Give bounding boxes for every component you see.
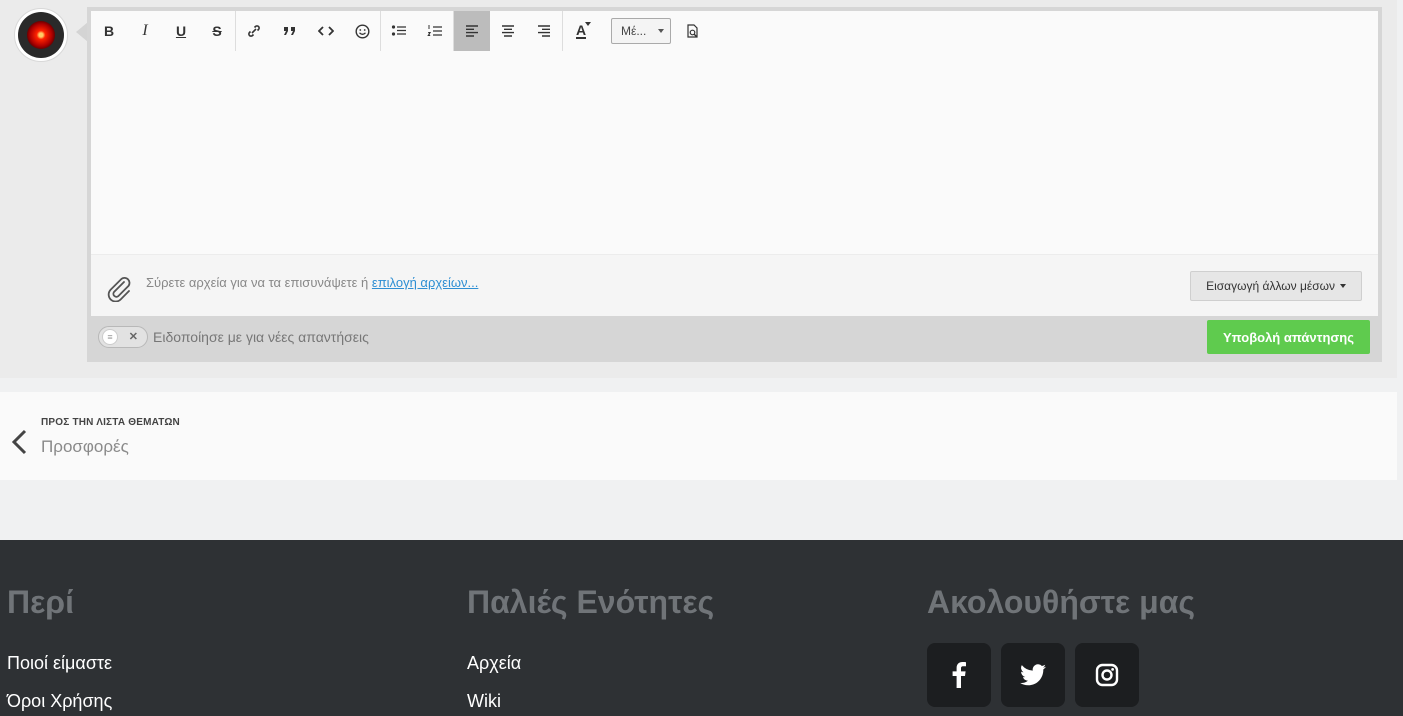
footer-link-archives[interactable]: Αρχεία [467,653,714,674]
rich-text-editor[interactable]: B I U S A Μέ... Σύρετε αρχεία για να τα … [91,11,1378,316]
attach-instructions: Σύρετε αρχεία για να τα επισυνάψετε ή επ… [146,275,479,290]
toggle-knob-icon: ≡ [102,329,118,345]
insert-other-media-button[interactable]: Εισαγωγή άλλων μέσων [1190,271,1362,301]
submit-reply-button[interactable]: Υποβολή απάντησης [1207,320,1370,354]
paperclip-icon [105,272,133,307]
twitter-icon [1020,664,1046,686]
numbered-list-icon [427,25,442,36]
preview-icon [687,23,698,38]
user-avatar[interactable] [14,8,68,62]
chevron-down-icon [658,29,664,33]
bullet-list-icon [391,25,406,36]
align-center-button[interactable] [490,11,526,51]
footer-about-column: Περί Ποιοί είμαστε Όροι Χρήσης [7,584,112,712]
quote-icon [284,27,295,35]
close-icon: ✕ [128,331,138,343]
italic-button[interactable]: I [127,11,163,51]
reply-editor-box: B I U S A Μέ... Σύρετε αρχεία για να τα … [87,7,1382,362]
twitter-button[interactable] [1001,643,1065,707]
strikethrough-button[interactable]: S [199,11,235,51]
footer-old-sections-heading: Παλιές Ενότητες [467,584,715,620]
insert-other-media-label: Εισαγωγή άλλων μέσων [1206,279,1335,293]
smiley-icon [354,23,370,39]
align-right-icon [538,25,550,37]
footer-link-wiki[interactable]: Wiki [467,691,714,712]
font-size-select[interactable]: Μέ... [611,18,671,44]
preview-button[interactable] [675,11,711,51]
back-forum-title[interactable]: Προσφορές [41,437,129,457]
code-icon [318,26,334,36]
code-button[interactable] [308,11,344,51]
font-size-value: Μέ... [621,24,647,38]
facebook-button[interactable] [927,643,991,707]
link-icon [248,25,260,37]
footer-follow-heading: Ακολουθήστε μας [927,584,1195,620]
reply-area: B I U S A Μέ... Σύρετε αρχεία για να τα … [0,0,1397,378]
font-color-button[interactable]: A [563,11,599,51]
facebook-icon [952,662,966,688]
numbered-list-button[interactable] [417,11,453,51]
link-button[interactable] [236,11,272,51]
instagram-button[interactable] [1075,643,1139,707]
align-right-button[interactable] [526,11,562,51]
footer-link-terms[interactable]: Όροι Χρήσης [7,691,112,712]
avatar-image [18,12,64,58]
align-center-icon [502,25,514,37]
quote-button[interactable] [272,11,308,51]
back-kicker: ΠΡΟΣ ΤΗΝ ΛΙΣΤΑ ΘΕΜΑΤΩΝ [41,417,180,428]
underline-button[interactable]: U [163,11,199,51]
attachment-bar: Σύρετε αρχεία για να τα επισυνάψετε ή επ… [91,254,1378,316]
footer-link-who-we-are[interactable]: Ποιοί είμαστε [7,653,112,674]
notify-label: Ειδοποίησε με για νέες απαντήσεις [153,329,369,345]
bulleted-list-button[interactable] [381,11,417,51]
align-left-icon [466,25,478,37]
emoji-button[interactable] [344,11,380,51]
footer-old-sections-column: Παλιές Ενότητες Αρχεία Wiki [467,584,714,712]
choose-files-link[interactable]: επιλογή αρχείων... [372,275,478,290]
back-to-topic-list[interactable]: ΠΡΟΣ ΤΗΝ ΛΙΣΤΑ ΘΕΜΑΤΩΝ Προσφορές [0,392,1397,480]
instagram-icon [1095,663,1119,687]
caret-down-icon [1340,284,1346,288]
footer-about-heading: Περί [7,584,74,620]
notify-toggle[interactable]: ≡ ✕ [98,326,148,348]
social-links [927,643,1195,707]
chevron-left-icon [10,428,30,461]
notify-row: ≡ ✕ Ειδοποίησε με για νέες απαντήσεις [98,326,369,348]
editor-toolbar: B I U S A Μέ... [91,11,1378,51]
site-footer: Περί Ποιοί είμαστε Όροι Χρήσης Παλιές Εν… [0,540,1403,716]
align-left-button[interactable] [454,11,490,51]
bold-button[interactable]: B [91,11,127,51]
footer-follow-column: Ακολουθήστε μας [927,584,1195,707]
